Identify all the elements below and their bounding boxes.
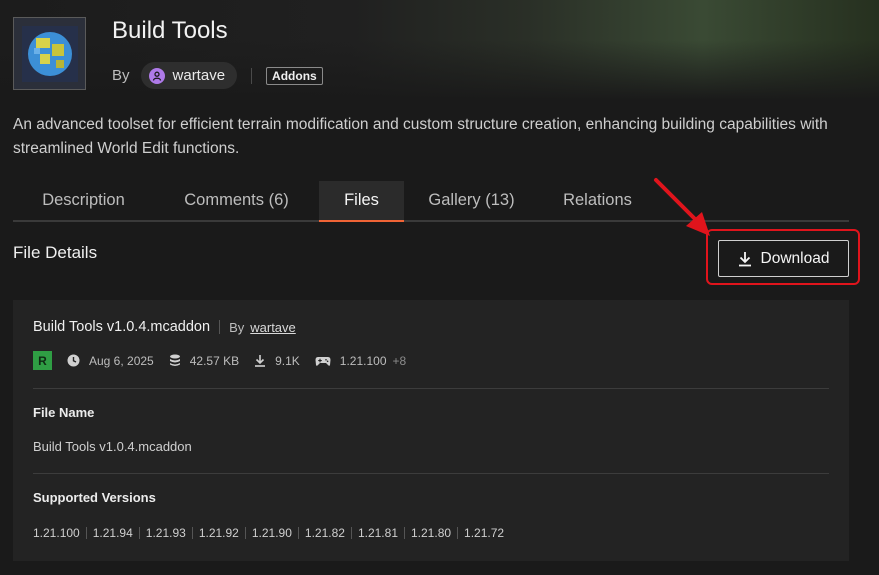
divider (33, 473, 829, 474)
date-item: Aug 6, 2025 (67, 354, 154, 368)
tab-gallery[interactable]: Gallery (13) (404, 181, 539, 220)
version-item: 1.21.82 (305, 526, 358, 540)
file-card: Build Tools v1.0.4.mcaddon By wartave R … (13, 300, 849, 561)
file-title: Build Tools v1.0.4.mcaddon (33, 319, 211, 335)
project-logo[interactable] (13, 17, 86, 90)
file-meta: R Aug 6, 2025 42.57 KB 9.1K 1.21.100 +8 (33, 351, 421, 370)
project-summary: An advanced toolset for efficient terrai… (13, 116, 828, 157)
download-count-icon (255, 355, 266, 367)
download-icon (738, 251, 751, 266)
file-date: Aug 6, 2025 (89, 353, 154, 368)
gamepad-icon (315, 356, 331, 366)
file-name-value: Build Tools v1.0.4.mcaddon (33, 439, 192, 454)
version-item: 1.21.94 (93, 526, 146, 540)
user-icon (148, 67, 165, 84)
tab-files[interactable]: Files (319, 181, 404, 222)
clock-icon (67, 354, 80, 367)
download-label: Download (760, 249, 830, 267)
version-item: 1.21.92 (199, 526, 252, 540)
file-by-label: By (229, 319, 245, 335)
tab-description[interactable]: Description (13, 181, 154, 220)
size-item: 42.57 KB (169, 354, 239, 368)
project-title: Build Tools (112, 17, 228, 44)
divider (251, 67, 253, 84)
file-name-label: File Name (33, 405, 95, 420)
release-badge: R (33, 351, 52, 370)
version-item: 1.21.81 (358, 526, 411, 540)
download-button[interactable]: Download (718, 240, 849, 277)
file-size: 42.57 KB (189, 353, 240, 368)
game-version-item: 1.21.100 +8 (315, 354, 406, 368)
version-item: 1.21.90 (252, 526, 305, 540)
game-version: 1.21.100 (339, 353, 387, 368)
version-item: 1.21.100 (33, 526, 93, 540)
by-label: By (112, 67, 130, 84)
divider (33, 388, 829, 389)
tab-comments[interactable]: Comments (6) (154, 181, 319, 220)
version-item: 1.21.72 (464, 526, 505, 540)
version-item: 1.21.93 (146, 526, 199, 540)
byline: By wartave Addons (112, 62, 323, 89)
author-name: wartave (172, 67, 226, 84)
author-chip[interactable]: wartave (140, 62, 238, 89)
globe-icon (21, 25, 78, 82)
supported-versions-list: 1.21.100 1.21.94 1.21.93 1.21.92 1.21.90… (33, 526, 504, 540)
supported-versions-label: Supported Versions (33, 490, 156, 505)
file-header: Build Tools v1.0.4.mcaddon By wartave (33, 319, 296, 335)
tab-bar: Description Comments (6) Files Gallery (… (13, 181, 849, 222)
file-details-heading: File Details (13, 243, 98, 262)
file-downloads: 9.1K (275, 353, 300, 368)
file-author-link[interactable]: wartave (250, 320, 296, 335)
divider (219, 320, 221, 334)
version-item: 1.21.80 (411, 526, 464, 540)
category-tag[interactable]: Addons (266, 66, 323, 85)
tab-relations[interactable]: Relations (539, 181, 656, 220)
downloads-item: 9.1K (254, 354, 300, 368)
database-icon (169, 354, 180, 366)
extra-versions[interactable]: +8 (393, 354, 407, 368)
